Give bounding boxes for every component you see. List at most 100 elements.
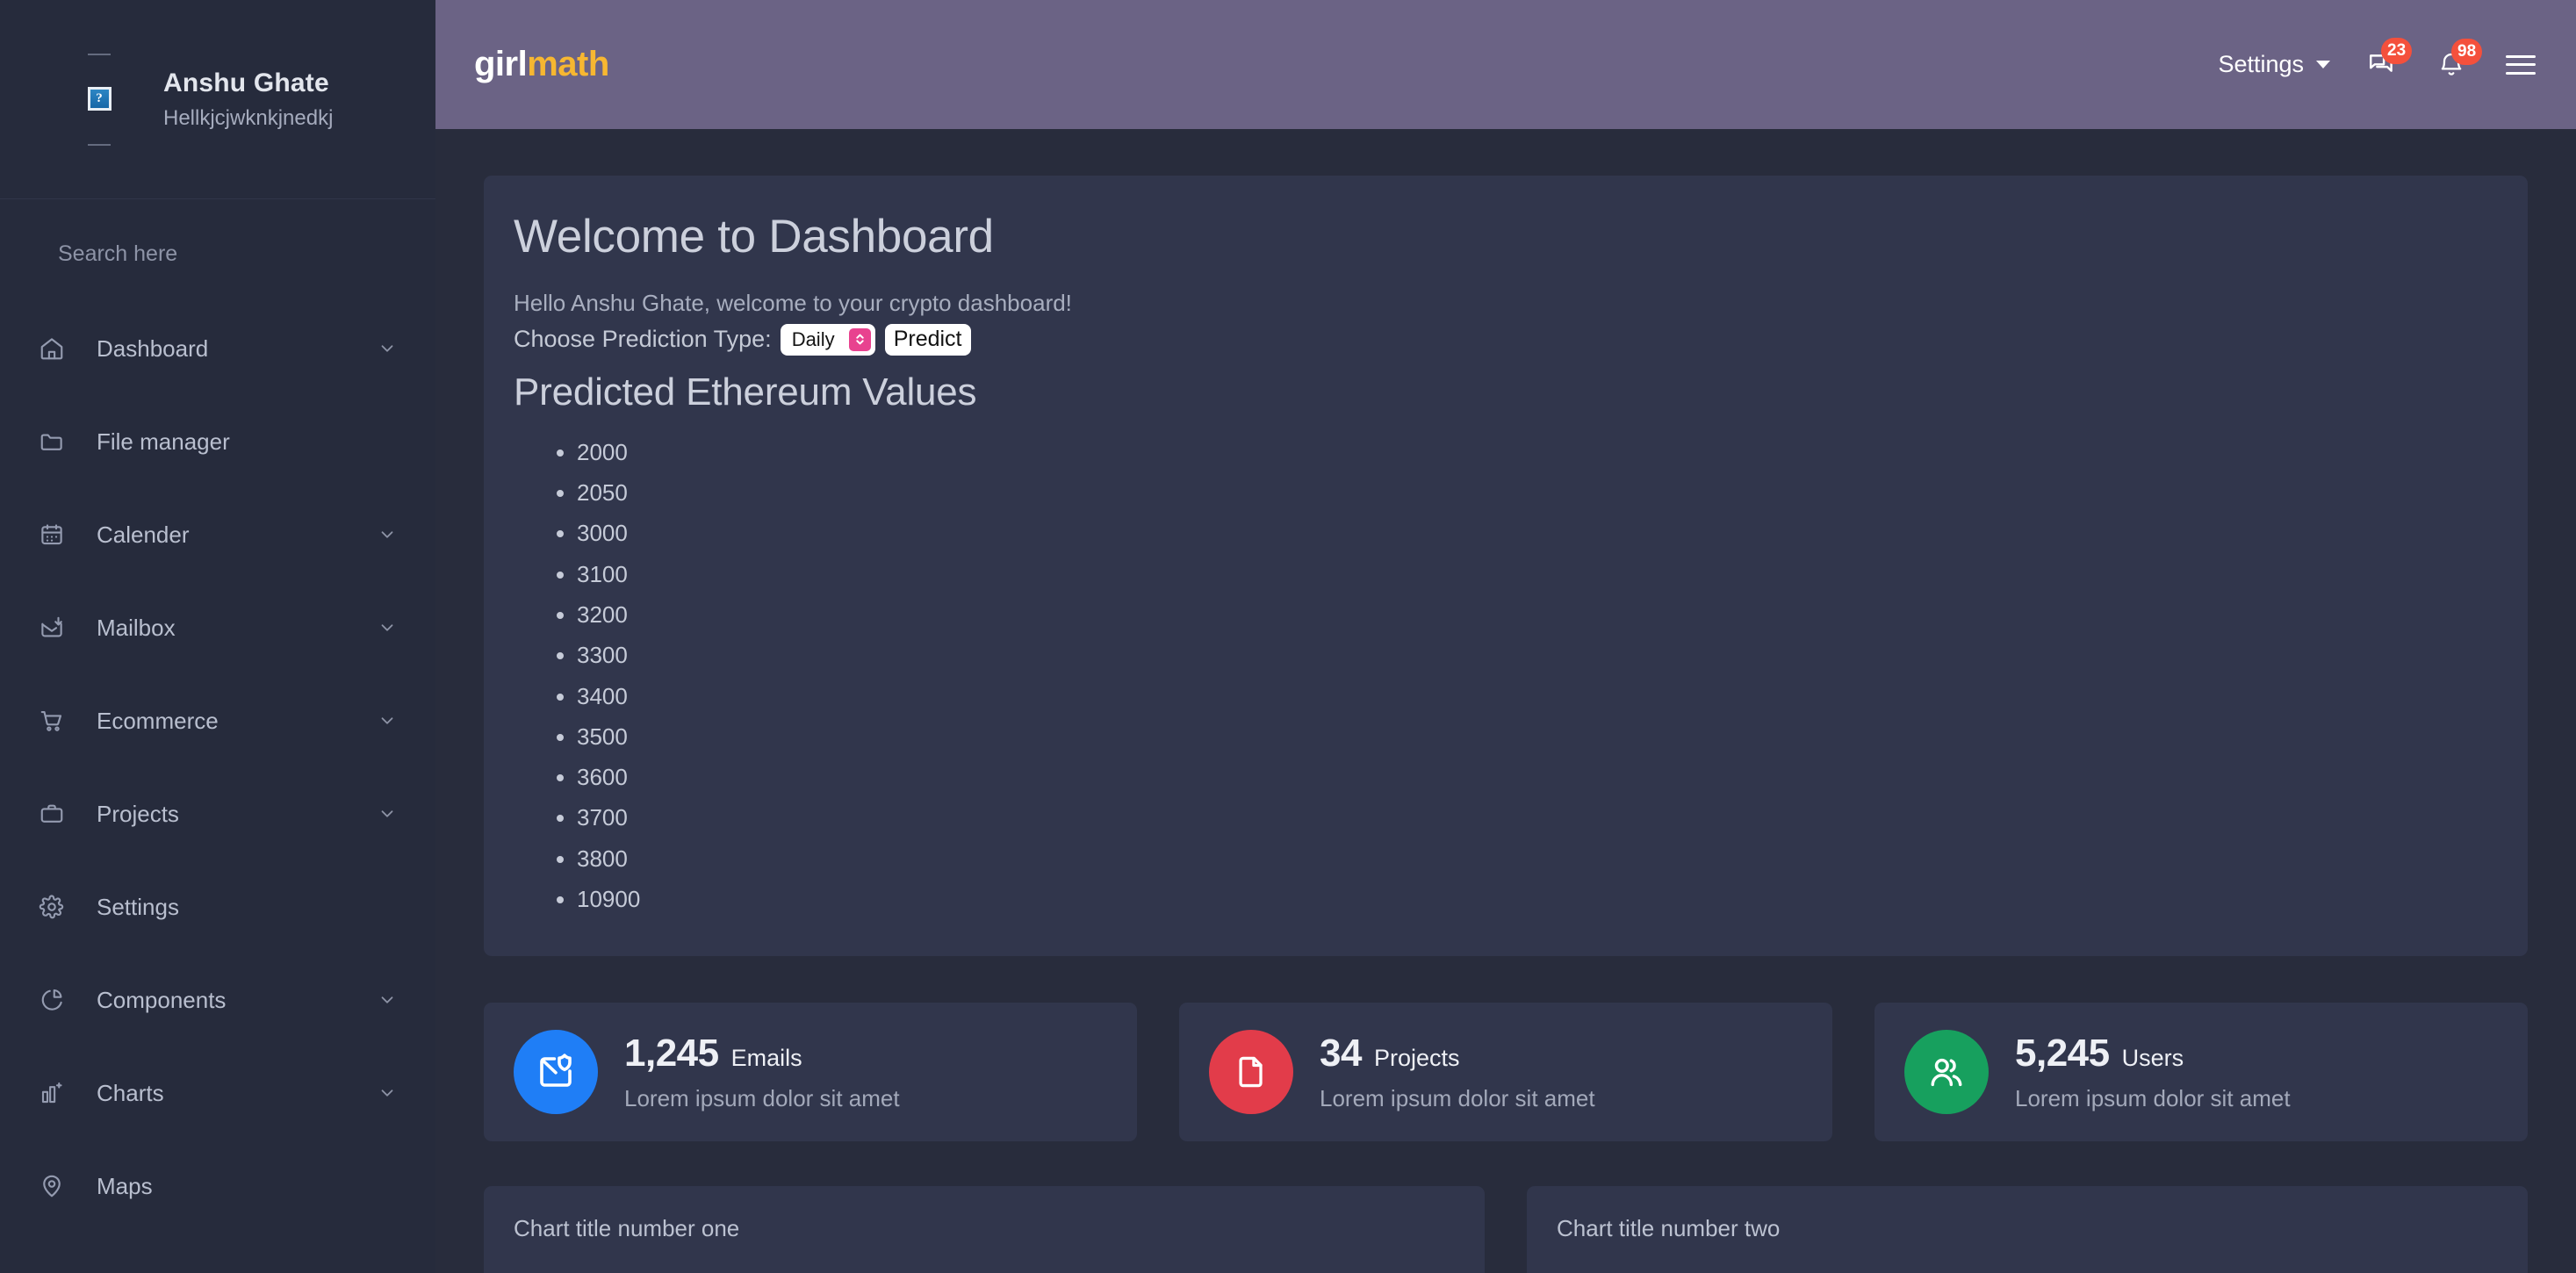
logo-text-primary: girl — [474, 45, 528, 83]
mail-shield-icon — [540, 1054, 572, 1087]
stat-description: Lorem ipsum dolor sit amet — [624, 1085, 900, 1112]
sidebar-item-settings[interactable]: Settings — [0, 860, 435, 953]
sidebar-item-label: Components — [97, 986, 227, 1013]
stat-icon-circle — [514, 1030, 598, 1115]
predict-button[interactable]: Predict — [884, 323, 971, 356]
chart-title: Chart title number two — [1557, 1215, 1781, 1242]
chevron-down-icon[interactable] — [378, 804, 397, 823]
page-title: Welcome to Dashboard — [514, 211, 994, 263]
prediction-type-select-wrap[interactable]: Daily — [780, 323, 875, 356]
sidebar-item-mailbox[interactable]: Mailbox — [0, 581, 435, 674]
sidebar-item-calender[interactable]: Calender — [0, 488, 435, 581]
stat-body: 5,245 Users Lorem ipsum dolor sit amet — [2015, 1032, 2291, 1112]
profile-subtitle: Hellkjcjwknkjnedkj — [163, 105, 334, 130]
list-item: 3300 — [577, 635, 2498, 675]
chevron-down-icon[interactable] — [378, 711, 397, 730]
hamburger-icon[interactable] — [2506, 54, 2536, 75]
sidebar-item-components[interactable]: Components — [0, 953, 435, 1046]
mail-down-icon — [39, 615, 79, 641]
sidebar-profile[interactable]: ? Anshu Ghate Hellkjcjwknkjnedkj — [0, 0, 435, 199]
list-item: 3500 — [577, 716, 2498, 757]
sidebar-item-label: Dashboard — [97, 334, 209, 362]
page-content: Welcome to Dashboard Hello Anshu Ghate, … — [435, 129, 2576, 1273]
stat-number: 34 — [1320, 1032, 1362, 1075]
chevron-down-icon[interactable] — [378, 339, 397, 358]
stat-card-users: 5,245 Users Lorem ipsum dolor sit amet — [1874, 1003, 2528, 1142]
predicted-values-title: Predicted Ethereum Values — [514, 370, 977, 414]
stat-top: 34 Projects — [1320, 1032, 1595, 1075]
stat-unit: Emails — [730, 1045, 802, 1072]
stat-icon-circle — [1209, 1030, 1293, 1115]
sidebar-item-file-manager[interactable]: File manager — [0, 395, 435, 488]
bar-chart-icon — [39, 1080, 79, 1106]
prediction-type-label: Choose Prediction Type: — [514, 326, 772, 353]
broken-image-icon: ? — [87, 86, 112, 111]
list-item: 3000 — [577, 513, 2498, 553]
prediction-controls: Choose Prediction Type: Daily Predict — [514, 323, 2498, 356]
sidebar-item-charts[interactable]: Charts — [0, 1046, 435, 1140]
chevron-down-icon[interactable] — [378, 990, 397, 1010]
stat-top: 1,245 Emails — [624, 1032, 900, 1075]
sidebar: ? Anshu Ghate Hellkjcjwknkjnedkj D — [0, 0, 435, 1273]
stat-icon-circle — [1904, 1030, 1989, 1115]
sidebar-item-label: Ecommerce — [97, 707, 219, 734]
hamburger-bar — [2506, 54, 2536, 58]
calendar-icon — [39, 521, 79, 548]
stat-body: 1,245 Emails Lorem ipsum dolor sit amet — [624, 1032, 900, 1112]
sidebar-item-dashboard[interactable]: Dashboard — [0, 302, 435, 395]
sidebar-item-label: Mailbox — [97, 614, 176, 641]
chevron-down-icon[interactable] — [378, 618, 397, 637]
welcome-card: Welcome to Dashboard Hello Anshu Ghate, … — [484, 176, 2528, 957]
sidebar-item-maps[interactable]: Maps — [0, 1140, 435, 1233]
app-logo[interactable]: girlmath — [474, 45, 609, 84]
chevron-down-icon[interactable] — [378, 1083, 397, 1103]
profile-text: Anshu Ghate Hellkjcjwknkjnedkj — [163, 67, 333, 132]
stat-top: 5,245 Users — [2015, 1032, 2291, 1075]
sidebar-nav: Dashboard File manager Calender Mailbox … — [0, 302, 435, 1233]
folder-icon — [39, 428, 79, 455]
settings-dropdown-label: Settings — [2218, 51, 2304, 77]
sidebar-item-label: File manager — [97, 428, 230, 455]
file-icon — [1239, 1056, 1263, 1088]
settings-dropdown[interactable]: Settings — [2218, 51, 2330, 78]
list-item: 3200 — [577, 594, 2498, 635]
briefcase-icon — [39, 801, 79, 827]
pie-chart-icon — [39, 987, 79, 1013]
list-item: 3700 — [577, 797, 2498, 838]
stat-unit: Projects — [1373, 1045, 1460, 1072]
messages-badge: 23 — [2381, 37, 2413, 64]
chevron-down-icon[interactable] — [378, 525, 397, 544]
chart-title: Chart title number one — [514, 1215, 740, 1242]
top-navbar: girlmath Settings 23 98 — [435, 0, 2576, 129]
list-item: 3800 — [577, 838, 2498, 879]
chart-card-two: Chart title number two — [1527, 1186, 2528, 1273]
hamburger-bar — [2506, 71, 2536, 75]
gear-icon — [39, 894, 79, 920]
hamburger-bar — [2506, 63, 2536, 66]
home-icon — [39, 335, 79, 362]
avatar: ? — [51, 53, 148, 146]
avatar-dash-top — [88, 53, 111, 55]
search-input[interactable] — [58, 241, 392, 267]
broken-image-glyph: ? — [96, 90, 103, 105]
notifications-button[interactable]: 98 — [2437, 38, 2483, 79]
list-item: 3400 — [577, 676, 2498, 716]
sidebar-item-label: Settings — [97, 893, 179, 920]
stat-card-emails: 1,245 Emails Lorem ipsum dolor sit amet — [484, 1003, 1137, 1142]
charts-row: Chart title number one Chart title numbe… — [484, 1186, 2528, 1273]
profile-name: Anshu Ghate — [163, 68, 329, 98]
stat-card-projects: 34 Projects Lorem ipsum dolor sit amet — [1179, 1003, 1832, 1142]
sidebar-item-projects[interactable]: Projects — [0, 767, 435, 860]
cart-icon — [39, 708, 79, 734]
list-item: 3600 — [577, 757, 2498, 797]
stat-unit: Users — [2121, 1045, 2184, 1072]
sidebar-item-label: Calender — [97, 521, 190, 548]
sidebar-item-ecommerce[interactable]: Ecommerce — [0, 674, 435, 767]
prediction-type-select[interactable]: Daily — [780, 323, 875, 356]
chevron-down-icon — [2316, 61, 2330, 68]
list-item: 10900 — [577, 879, 2498, 919]
map-pin-icon — [39, 1173, 79, 1199]
messages-button[interactable]: 23 — [2367, 37, 2413, 80]
list-item: 2050 — [577, 472, 2498, 513]
sidebar-search[interactable] — [0, 199, 435, 302]
